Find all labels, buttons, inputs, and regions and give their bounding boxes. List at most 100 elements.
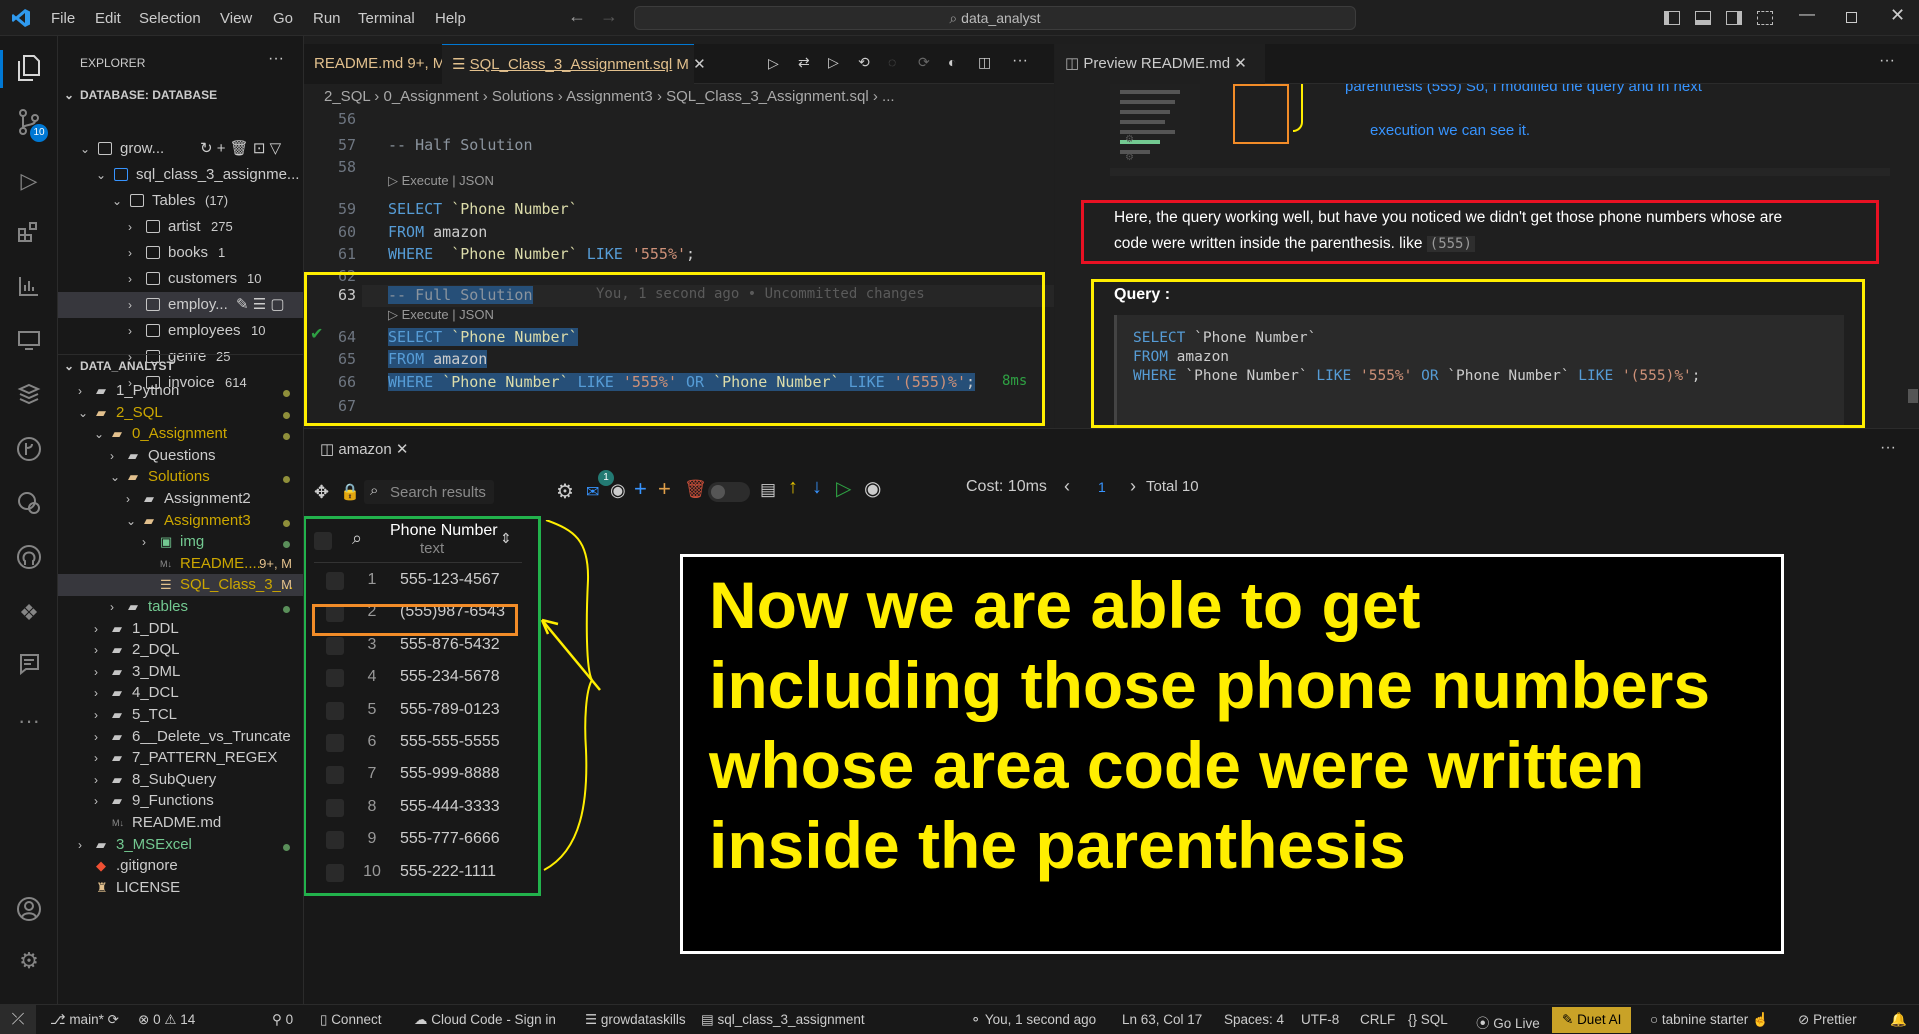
arrow-up-icon[interactable]: ↑ — [788, 476, 798, 499]
toggle-panel-icon[interactable] — [1695, 11, 1711, 25]
git-graph-icon[interactable] — [14, 436, 44, 466]
file-tree-item[interactable]: › ▰ 1_Python — [58, 380, 303, 402]
tab-sql-file[interactable]: ☰ SQL_Class_3_Assignment.sql M ✕ — [442, 44, 706, 84]
github-icon[interactable] — [14, 544, 44, 574]
explorer-icon[interactable] — [14, 54, 44, 84]
row-checkbox[interactable] — [326, 701, 344, 720]
edit-table-icons[interactable]: ✎ ☰ ▢ — [236, 292, 285, 318]
customize-layout-icon[interactable] — [1757, 11, 1773, 25]
minimize-icon[interactable]: — — [1799, 6, 1815, 24]
file-tree-item[interactable]: ♜ LICENSE — [58, 877, 303, 899]
sort-icon[interactable]: ⇕ — [500, 530, 512, 547]
editor-more-icon[interactable]: ··· — [1012, 52, 1028, 70]
menu-go[interactable]: Go — [273, 10, 293, 27]
git-blame[interactable]: ⚬ You, 1 second ago — [970, 1012, 1096, 1028]
file-tree-item[interactable]: › ▰ 7_PATTERN_REGEX — [58, 747, 303, 769]
active-schema[interactable]: ▤ sql_class_3_assignment — [701, 1012, 865, 1028]
menu-view[interactable]: View — [220, 10, 252, 27]
toggle-secondary-sidebar-icon[interactable] — [1726, 11, 1742, 25]
menu-edit[interactable]: Edit — [95, 10, 121, 27]
file-tree-item[interactable]: › ▣ img — [58, 531, 303, 553]
comment-icon[interactable]: ▤ — [760, 480, 776, 500]
phone-number-cell[interactable]: 555-222-1111 — [400, 852, 496, 892]
file-tree-item[interactable]: › ▰ tables — [58, 596, 303, 618]
db-tree-item[interactable]: › books 1 — [58, 240, 303, 266]
close-tab-icon[interactable]: ✕ — [1234, 55, 1247, 72]
close-tab-icon[interactable]: ✕ — [693, 56, 706, 73]
file-tree-item[interactable]: ☰ SQL_Class_3_... M — [58, 574, 303, 597]
file-tree-item[interactable]: › ▰ 1_DDL — [58, 618, 303, 640]
tab-result-amazon[interactable]: ◫ amazon ✕ — [304, 429, 450, 471]
database-icon[interactable] — [14, 382, 44, 412]
menu-selection[interactable]: Selection — [139, 10, 201, 27]
page-number[interactable]: 1 — [1098, 479, 1106, 495]
timeline-icon[interactable]: ◐ — [948, 54, 956, 70]
menu-help[interactable]: Help — [435, 10, 466, 27]
row-checkbox[interactable] — [326, 669, 344, 688]
file-tree-item[interactable]: › ▰ 8_SubQuery — [58, 769, 303, 791]
file-tree-item[interactable]: › ▰ 3_MSExcel — [58, 834, 303, 856]
run-debug-icon[interactable]: ▷ — [14, 166, 44, 196]
file-tree-item[interactable]: M↓ README.... 9+, M — [58, 553, 303, 575]
file-tree-item[interactable]: › ▰ Questions — [58, 445, 303, 467]
encoding[interactable]: UTF-8 — [1301, 1012, 1339, 1027]
chart-icon[interactable] — [14, 274, 44, 304]
go-live-button[interactable]: ⦿ Go Live — [1476, 1012, 1540, 1032]
language-mode[interactable]: {} SQL — [1408, 1012, 1448, 1027]
run-query-icon[interactable]: ▷ — [768, 55, 779, 72]
preview-scrollbar[interactable] — [1908, 389, 1918, 403]
prev-page-icon[interactable]: ‹ — [1064, 476, 1070, 497]
explorer-more-icon[interactable]: ··· — [268, 50, 284, 68]
db-toolbar-icons[interactable]: ↻ + 🗑 ⊡ ▽ — [200, 136, 281, 162]
lock-icon[interactable]: 🔒 — [340, 482, 360, 502]
circle-dot-icon[interactable]: ◌ — [888, 54, 896, 70]
file-tree-item[interactable]: › ▰ 9_Functions — [58, 790, 303, 812]
db-tree-item[interactable]: ⌄ Tables (17) — [58, 188, 303, 214]
row-checkbox[interactable] — [326, 636, 344, 655]
breadcrumb[interactable]: 2_SQL › 0_Assignment › Solutions › Assig… — [304, 84, 1054, 110]
file-tree-item[interactable]: ⌄ ▰ Assignment3 — [58, 510, 303, 532]
db-tree-item[interactable]: › employees 10 — [58, 318, 303, 344]
settings-icon[interactable]: ⚙ — [556, 479, 574, 504]
row-checkbox[interactable] — [326, 863, 344, 882]
column-header-phone[interactable]: Phone Number text ⇕ — [390, 522, 520, 562]
row-checkbox[interactable] — [326, 572, 344, 590]
settings-gear-icon[interactable]: ⚙ — [14, 946, 44, 976]
split-editor-icon[interactable]: ◫ — [978, 54, 991, 71]
mail-icon[interactable]: ✉ — [586, 482, 599, 502]
connect-button[interactable]: ▯ Connect — [320, 1012, 381, 1028]
file-tree-item[interactable]: › ▰ Assignment2 — [58, 488, 303, 510]
remote-indicator-icon[interactable]: ⤫ — [0, 1005, 36, 1034]
forward-arrow-icon[interactable]: → — [600, 6, 618, 27]
next-page-icon[interactable]: › — [1130, 476, 1136, 497]
workspace-section-header[interactable]: ⌄ DATA_ANALYST — [58, 354, 303, 376]
branch-indicator[interactable]: ⎇ main* ⟳ — [50, 1012, 119, 1028]
db-tree-item[interactable]: › customers 10 — [58, 266, 303, 292]
file-tree-item[interactable]: › ▰ 6__Delete_vs_Truncate — [58, 726, 303, 748]
row-checkbox[interactable] — [326, 831, 344, 850]
tabnine-icon[interactable]: ❖ — [14, 598, 44, 628]
run-play-icon[interactable]: ▷ — [836, 476, 851, 501]
menu-run[interactable]: Run — [313, 10, 341, 27]
ports-indicator[interactable]: ⚲ 0 — [272, 1012, 293, 1028]
codelens-execute-1[interactable]: ▷ Execute | JSON — [388, 173, 494, 189]
table-row[interactable]: 10 555-222-1111 — [320, 852, 562, 892]
file-tree-item[interactable]: › ▰ 4_DCL — [58, 682, 303, 704]
row-checkbox[interactable] — [326, 734, 344, 752]
go-back-icon[interactable]: ⟲ — [858, 54, 870, 71]
account-icon[interactable] — [14, 896, 44, 926]
add-icon[interactable]: + — [658, 476, 671, 502]
tab-readme[interactable]: README.md 9+, M — [304, 44, 445, 84]
github-icon[interactable]: ◉ — [610, 480, 626, 501]
docker-icon[interactable] — [14, 490, 44, 520]
filter-icon[interactable]: ⌕ — [352, 528, 362, 549]
prettier-status[interactable]: ⊘ Prettier — [1798, 1012, 1857, 1028]
source-control-icon[interactable]: 10 — [14, 108, 48, 142]
indentation[interactable]: Spaces: 4 — [1224, 1012, 1284, 1027]
select-all[interactable] — [314, 522, 346, 556]
panel-more-icon[interactable]: ··· — [1880, 439, 1896, 457]
restore-icon[interactable] — [1846, 12, 1857, 23]
database-section-header[interactable]: ⌄ DATABASE: DATABASE — [58, 84, 303, 106]
close-tab-icon[interactable]: ✕ — [396, 441, 409, 458]
file-tree-item[interactable]: ⌄ ▰ 2_SQL — [58, 402, 303, 424]
